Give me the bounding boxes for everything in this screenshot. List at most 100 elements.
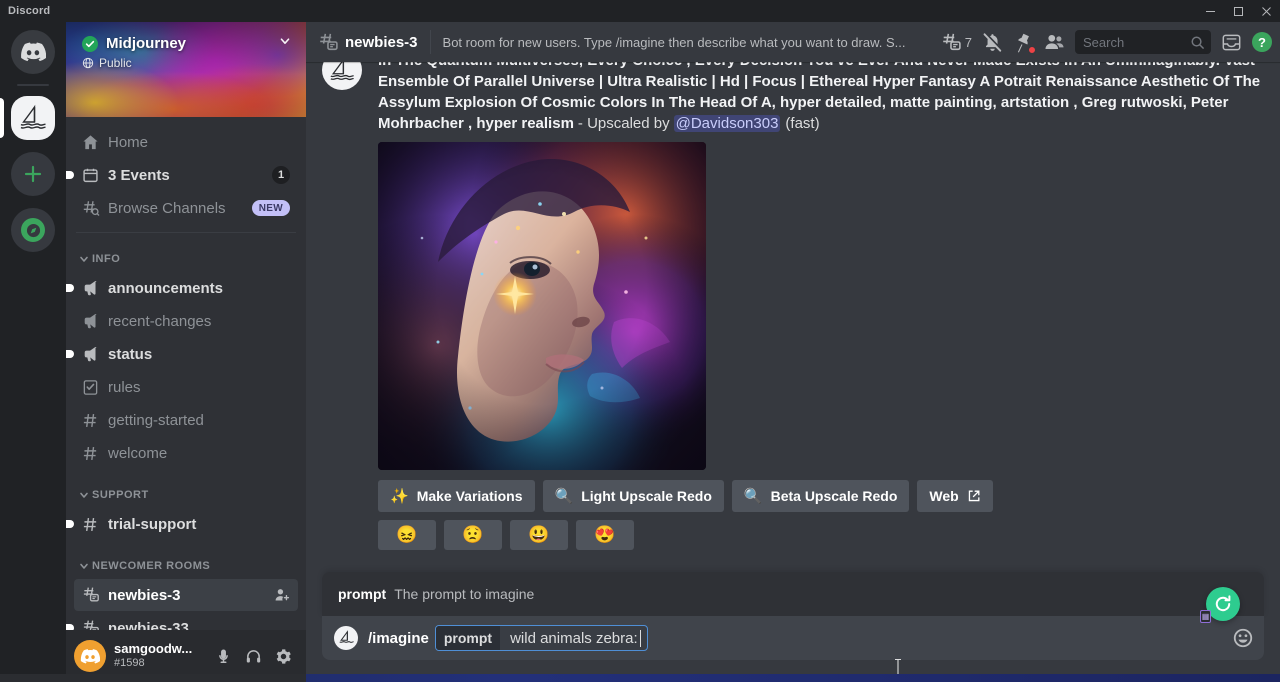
home-icon [82,134,102,151]
sidebar-item-newbies-3[interactable]: newbies-3 [74,579,298,611]
generated-image[interactable] [378,142,706,470]
category-info[interactable]: INFO [74,247,298,271]
sidebar-item-label: recent-changes [108,313,290,330]
magnifier-icon: 🔍 [744,487,763,505]
button-label: Light Upscale Redo [581,488,712,504]
user-identity[interactable]: samgoodw... #1598 [114,642,208,670]
sidebar-item-recent-changes[interactable]: recent-changes [74,305,298,337]
sidebar-item-rules[interactable]: rules [74,371,298,403]
sidebar-item-welcome[interactable]: welcome [74,437,298,469]
button-label: Beta Upscale Redo [771,488,898,504]
sidebar-item-label: newbies-33 [108,620,290,631]
calendar-icon [82,167,102,184]
command-argument-key: prompt [436,626,500,650]
threads-icon[interactable]: 7 [941,32,972,53]
channel-title: newbies-3 [345,34,418,51]
username-label: samgoodw... [114,642,208,657]
help-icon[interactable]: ? [1252,32,1272,52]
announcement-icon [82,345,102,363]
sidebar-item-home[interactable]: Home [74,126,298,158]
maximize-icon[interactable] [1224,0,1252,22]
command-option-description: The prompt to imagine [394,586,534,602]
close-icon[interactable] [1252,0,1280,22]
sidebar-item-trial-support[interactable]: trial-support [74,508,298,540]
server-rail [0,22,66,682]
message-upscaled-label: - Upscaled by [578,115,670,132]
active-server-indicator [0,98,4,138]
message-composer[interactable]: /imagine prompt wild animals zebra: [322,616,1264,660]
channel-topic[interactable]: Bot room for new users. Type /imagine th… [443,35,933,50]
midjourney-bot-avatar[interactable] [322,62,362,90]
confounded-face-reaction[interactable]: 😖 [378,520,436,550]
server-name-label: Midjourney [106,35,278,52]
channel-sidebar: Midjourney Public Home [66,22,306,682]
search-input-wrapper[interactable] [1075,30,1211,54]
channel-list: Home 3 Events 1 [66,117,306,630]
rail-item-add-server[interactable] [0,150,66,198]
chevron-down-icon [78,560,90,572]
compass-icon [11,208,55,252]
composer-field[interactable]: /imagine prompt wild animals zebra: [368,625,1224,651]
sparkles-icon: ✨ [390,487,409,505]
gear-icon[interactable] [268,641,298,671]
beta-upscale-redo-button[interactable]: 🔍 Beta Upscale Redo [732,480,910,512]
refresh-icon[interactable]: ▦ [1206,587,1240,621]
message: In The Quantum Multiverses, Every Choice… [306,62,1280,550]
chat-area: newbies-3 Bot room for new users. Type /… [306,22,1280,682]
sidebar-item-events[interactable]: 3 Events 1 [74,159,298,191]
avatar[interactable] [74,640,106,672]
headphones-icon[interactable] [238,641,268,671]
message-reactions: 😖 😟 😃 😍 [378,520,1264,550]
threads-count: 7 [965,35,972,50]
minimize-icon[interactable] [1196,0,1224,22]
inbox-icon[interactable] [1221,32,1242,53]
category-newcomer-rooms[interactable]: NEWCOMER ROOMS [74,554,298,578]
sidebar-item-announcements[interactable]: announcements [74,272,298,304]
pin-icon[interactable] [1013,32,1034,53]
message-composer-wrapper: ▦ /imagine prompt wild animals zebra: [306,616,1280,682]
rail-item-explore-servers[interactable] [0,206,66,254]
sidebar-item-newbies-33[interactable]: newbies-33 [74,612,298,630]
sidebar-item-label: announcements [108,280,290,297]
chevron-down-icon[interactable] [278,34,292,53]
add-member-icon[interactable] [274,587,290,603]
category-support[interactable]: SUPPORT [74,483,298,507]
hash-icon [82,445,102,462]
discord-app-window: Discord [0,0,1280,682]
members-icon[interactable] [1044,32,1065,53]
user-mention[interactable]: @Davidson303 [674,115,781,132]
search-input[interactable] [1083,35,1190,50]
light-upscale-redo-button[interactable]: 🔍 Light Upscale Redo [543,480,724,512]
chat-scrollbar[interactable] [1270,62,1278,572]
microphone-icon[interactable] [208,641,238,671]
make-variations-button[interactable]: ✨ Make Variations [378,480,535,512]
command-argument-value[interactable]: wild animals zebra: [500,626,639,650]
unread-indicator [66,520,74,528]
web-button[interactable]: Web [917,480,992,512]
button-label: Web [929,488,958,504]
worried-face-reaction[interactable]: 😟 [444,520,502,550]
chat-header: newbies-3 Bot room for new users. Type /… [306,22,1280,62]
external-link-icon [967,489,981,503]
header-actions: 7 [941,30,1272,54]
hash-thread-icon [82,619,102,630]
server-header-banner[interactable]: Midjourney Public [66,22,306,117]
rail-item-server-midjourney[interactable] [0,94,66,142]
sidebar-item-label: trial-support [108,516,290,533]
sailboat-icon [11,96,55,140]
slash-command-label: /imagine [368,630,429,647]
grinning-face-reaction[interactable]: 😃 [510,520,568,550]
hash-thread-icon [318,32,339,53]
emoji-picker-icon[interactable] [1232,627,1254,649]
sidebar-item-status[interactable]: status [74,338,298,370]
hash-thread-icon [82,586,102,604]
pin-unread-dot [1028,46,1036,54]
title-bar: Discord [0,0,1280,22]
sidebar-item-getting-started[interactable]: getting-started [74,404,298,436]
command-argument-chip[interactable]: prompt wild animals zebra: [435,625,648,651]
heart-eyes-reaction[interactable]: 😍 [576,520,634,550]
sidebar-item-label: Home [108,134,290,151]
sidebar-item-browse-channels[interactable]: Browse Channels NEW [74,192,298,224]
bell-muted-icon[interactable] [982,32,1003,53]
rail-item-discord-home[interactable] [0,28,66,76]
